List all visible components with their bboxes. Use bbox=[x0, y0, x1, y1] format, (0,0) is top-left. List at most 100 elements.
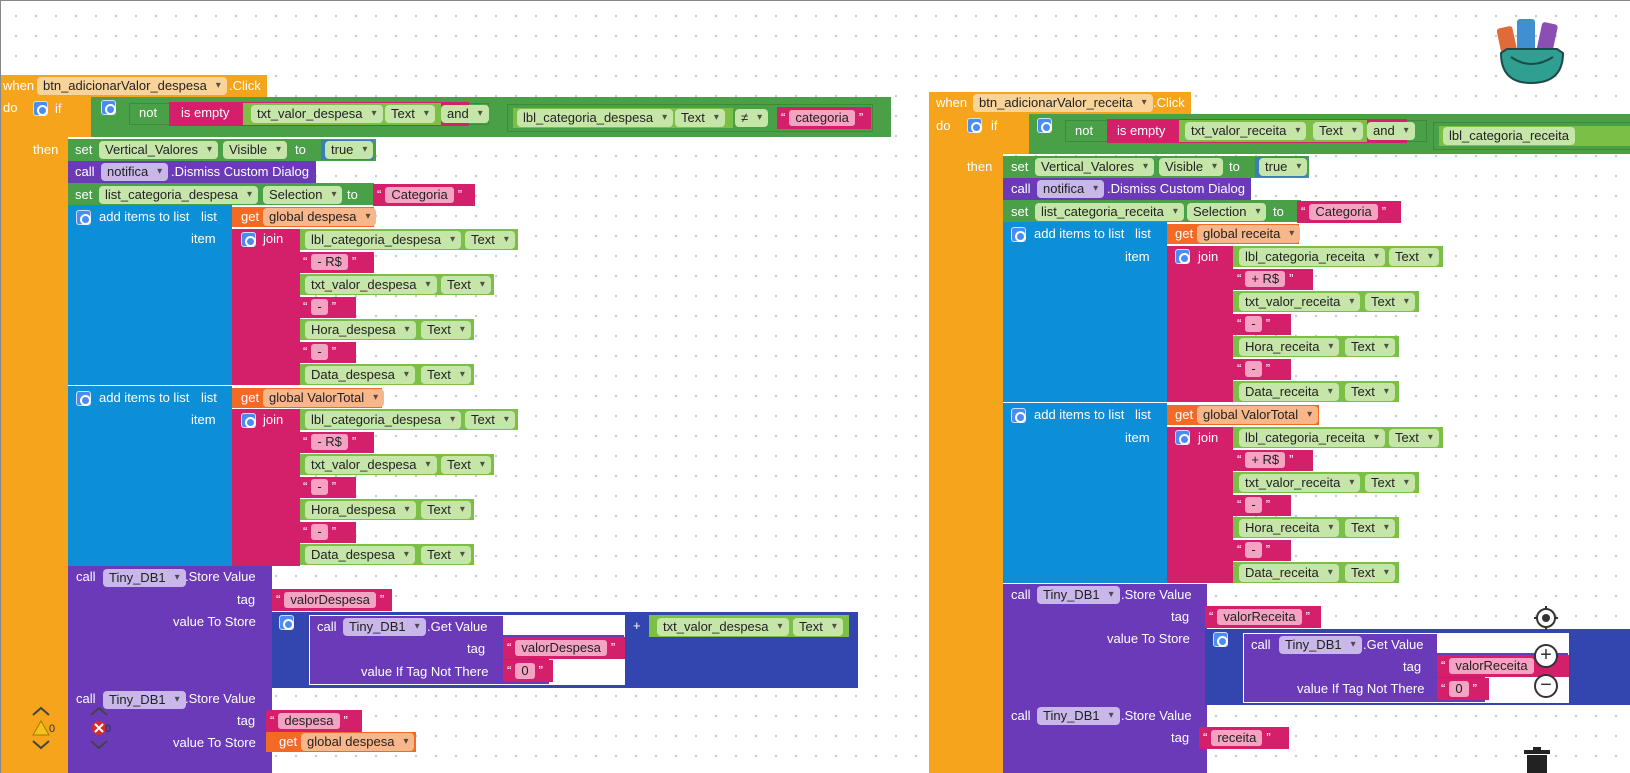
property-dropdown[interactable]: Text bbox=[421, 366, 471, 384]
component-dropdown[interactable]: lbl_categoria_despesa bbox=[305, 411, 462, 429]
component-dropdown[interactable]: Tiny_DB1 bbox=[1279, 636, 1362, 654]
property-dropdown[interactable]: Text bbox=[465, 231, 515, 249]
property-dropdown[interactable]: Text bbox=[421, 546, 471, 564]
component-dropdown[interactable]: Vertical_Valores bbox=[99, 141, 218, 159]
component-dropdown[interactable]: lbl_categoria_despesa bbox=[305, 231, 462, 249]
text-string[interactable]: “valorDespesa” bbox=[276, 591, 384, 609]
txt-field-dropdown[interactable]: txt_valor_receita bbox=[1185, 122, 1307, 140]
backpack-icon[interactable] bbox=[1496, 13, 1567, 85]
recenter-icon[interactable] bbox=[1533, 605, 1559, 631]
component-dropdown[interactable]: txt_valor_receita bbox=[1239, 293, 1361, 311]
boolean-dropdown[interactable]: true bbox=[1259, 158, 1308, 176]
compare-operator-dropdown[interactable]: ≠ bbox=[735, 109, 769, 127]
zoom-in-button[interactable]: + bbox=[1534, 644, 1558, 668]
component-dropdown[interactable]: Hora_receita bbox=[1239, 338, 1340, 356]
mutator-gear-icon[interactable] bbox=[1011, 408, 1026, 423]
component-dropdown[interactable]: txt_valor_receita bbox=[1239, 474, 1361, 492]
text-string[interactable]: “valorDespesa” bbox=[507, 639, 615, 657]
txt-field-dropdown[interactable]: txt_valor_despesa bbox=[251, 105, 383, 123]
mutator-gear-icon[interactable] bbox=[1175, 249, 1190, 264]
variable-dropdown[interactable]: global ValorTotal bbox=[1197, 406, 1319, 424]
lbl-field-dropdown[interactable]: lbl_categoria_receita bbox=[1443, 127, 1575, 145]
property-dropdown[interactable]: Visible bbox=[223, 141, 288, 159]
mutator-gear-icon[interactable] bbox=[33, 101, 48, 116]
property-dropdown[interactable]: Text bbox=[1389, 429, 1439, 447]
component-dropdown[interactable]: list_categoria_receita bbox=[1035, 203, 1184, 221]
text-string[interactable]: “-” bbox=[303, 343, 336, 361]
text-string[interactable]: “-” bbox=[303, 523, 336, 541]
variable-dropdown[interactable]: global despesa bbox=[263, 208, 377, 226]
property-dropdown[interactable]: Text bbox=[1365, 474, 1415, 492]
warning-indicator[interactable] bbox=[31, 705, 51, 773]
text-string[interactable]: “-” bbox=[1237, 315, 1270, 333]
text-string[interactable]: “valorReceita” bbox=[1441, 657, 1542, 675]
component-dropdown[interactable]: Hora_receita bbox=[1239, 519, 1340, 537]
property-dropdown[interactable]: Visible bbox=[1159, 158, 1224, 176]
property-dropdown[interactable]: Text bbox=[441, 456, 491, 474]
error-indicator[interactable] bbox=[89, 705, 109, 773]
property-dropdown[interactable]: Text bbox=[421, 321, 471, 339]
and-operator-dropdown[interactable]: and bbox=[1367, 122, 1415, 140]
mutator-gear-icon[interactable] bbox=[76, 391, 91, 406]
boolean-dropdown[interactable]: true bbox=[325, 141, 374, 159]
component-dropdown[interactable]: lbl_categoria_receita bbox=[1239, 248, 1385, 266]
mutator-gear-icon[interactable] bbox=[279, 615, 294, 630]
property-dropdown[interactable]: Selection bbox=[263, 186, 343, 204]
component-dropdown[interactable]: Tiny_DB1 bbox=[1037, 707, 1120, 725]
text-string[interactable]: “-” bbox=[1237, 541, 1270, 559]
mutator-gear-icon[interactable] bbox=[1213, 632, 1228, 647]
property-dropdown[interactable]: Text bbox=[1345, 383, 1395, 401]
text-string[interactable]: “+ R$” bbox=[1237, 270, 1294, 288]
component-dropdown[interactable]: txt_valor_despesa bbox=[305, 456, 437, 474]
text-string[interactable]: “+ R$” bbox=[1237, 451, 1294, 469]
component-dropdown[interactable]: lbl_categoria_receita bbox=[1239, 429, 1385, 447]
property-dropdown[interactable]: Text bbox=[421, 501, 471, 519]
text-string[interactable]: “-” bbox=[1237, 360, 1270, 378]
component-dropdown[interactable]: Tiny_DB1 bbox=[103, 569, 186, 587]
text-string[interactable]: “valorReceita” bbox=[1209, 608, 1310, 626]
property-dropdown[interactable]: Text bbox=[441, 276, 491, 294]
property-dropdown[interactable]: Text bbox=[793, 618, 843, 636]
mutator-gear-icon[interactable] bbox=[241, 232, 256, 247]
component-dropdown[interactable]: Data_despesa bbox=[305, 366, 415, 384]
trash-icon[interactable] bbox=[1521, 747, 1553, 773]
mutator-gear-icon[interactable] bbox=[1011, 227, 1026, 242]
property-dropdown[interactable]: Text bbox=[1345, 338, 1395, 356]
component-dropdown[interactable]: Vertical_Valores bbox=[1035, 158, 1154, 176]
text-string[interactable]: “receita” bbox=[1203, 729, 1271, 747]
component-dropdown[interactable]: Tiny_DB1 bbox=[343, 618, 426, 636]
property-dropdown[interactable]: Selection bbox=[1187, 203, 1267, 221]
lbl-field-dropdown[interactable]: lbl_categoria_despesa bbox=[517, 109, 674, 127]
text-string[interactable]: “0” bbox=[1441, 680, 1477, 698]
mutator-gear-icon[interactable] bbox=[1037, 118, 1052, 133]
component-dropdown[interactable]: txt_valor_despesa bbox=[305, 276, 437, 294]
variable-dropdown[interactable]: global receita bbox=[1197, 225, 1301, 243]
text-string[interactable]: “despesa” bbox=[270, 712, 348, 730]
text-string[interactable]: “Categoria” bbox=[377, 186, 462, 204]
component-dropdown[interactable]: Tiny_DB1 bbox=[1037, 586, 1120, 604]
mutator-gear-icon[interactable] bbox=[1175, 430, 1190, 445]
component-dropdown[interactable]: list_categoria_despesa bbox=[99, 186, 258, 204]
text-string[interactable]: “- R$” bbox=[303, 253, 356, 271]
text-string[interactable]: “- R$” bbox=[303, 433, 356, 451]
variable-dropdown[interactable]: global despesa bbox=[301, 733, 415, 751]
property-dropdown[interactable]: Text bbox=[1365, 293, 1415, 311]
text-string-categoria[interactable]: “categoria” bbox=[781, 109, 863, 127]
component-dropdown[interactable]: btn_adicionarValor_receita bbox=[973, 94, 1153, 112]
component-dropdown[interactable]: Data_receita bbox=[1239, 564, 1339, 582]
mutator-gear-icon[interactable] bbox=[967, 118, 982, 133]
component-dropdown[interactable]: Data_despesa bbox=[305, 546, 415, 564]
property-dropdown[interactable]: Text bbox=[465, 411, 515, 429]
mutator-gear-icon[interactable] bbox=[76, 210, 91, 225]
property-dropdown[interactable]: Text bbox=[1345, 519, 1395, 537]
component-dropdown[interactable]: notifica bbox=[1037, 180, 1105, 198]
property-dropdown[interactable]: Text bbox=[1389, 248, 1439, 266]
text-property-dropdown[interactable]: Text bbox=[385, 105, 435, 123]
component-dropdown[interactable]: btn_adicionarValor_despesa bbox=[37, 77, 227, 95]
component-dropdown[interactable]: Hora_despesa bbox=[305, 321, 416, 339]
text-property-dropdown[interactable]: Text bbox=[675, 109, 725, 127]
mutator-gear-icon[interactable] bbox=[101, 100, 116, 115]
and-operator-dropdown[interactable]: and bbox=[441, 105, 489, 123]
zoom-out-button[interactable]: − bbox=[1534, 674, 1558, 698]
mutator-gear-icon[interactable] bbox=[241, 413, 256, 428]
